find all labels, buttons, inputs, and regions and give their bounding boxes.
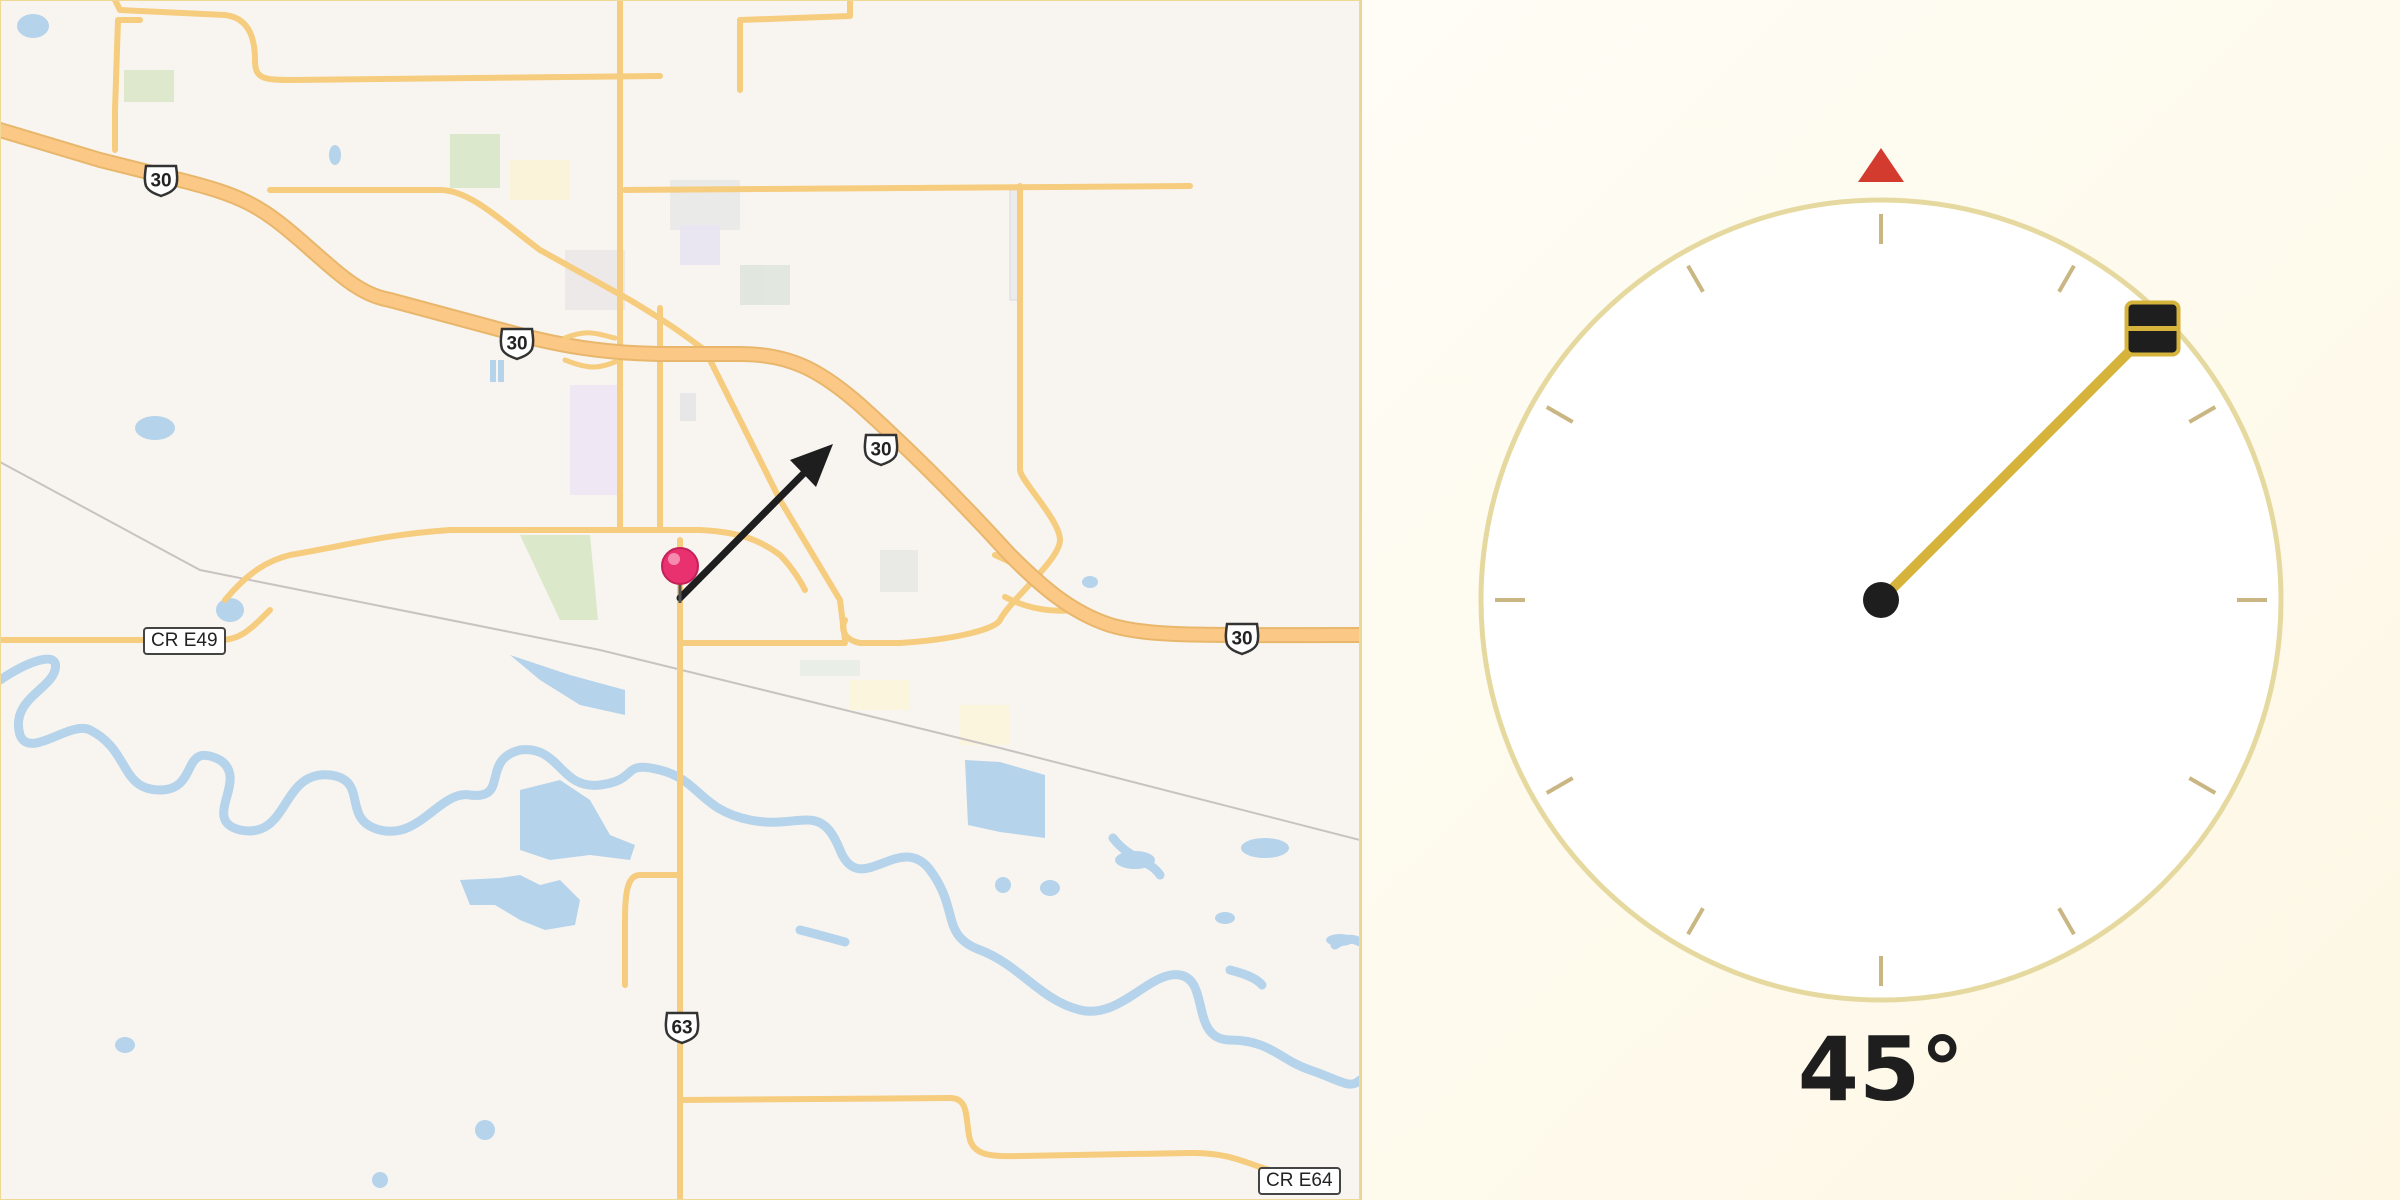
north-marker-icon [1858,148,1904,182]
route-shield-us30-b: 30 [499,327,535,361]
route-shield-us30-a: 30 [143,164,179,198]
direction-arrow [676,444,833,602]
route-shield-us63: 63 [664,1011,700,1045]
heading-readout: 45° [1797,1018,1965,1121]
heading-drag-handle-icon[interactable] [2124,300,2181,357]
compass-panel: 45° [1362,0,2400,1200]
route-shield-label: 30 [150,171,171,192]
route-shield-label: 30 [1231,629,1252,650]
needle-pivot [1863,582,1899,618]
route-shield-label: 63 [671,1018,692,1039]
county-road-label-cr-e64: CR E64 [1258,1167,1341,1195]
route-shield-us30-c: 30 [863,433,899,467]
route-shield-label: 30 [506,334,527,355]
map-canvas: 30 30 30 30 63 [0,0,1360,1200]
map-view[interactable]: 30 30 30 30 63 CR E49 CR E64 [0,0,1360,1200]
county-road-label-cr-e49: CR E49 [143,627,226,655]
route-shield-label: 30 [870,440,891,461]
route-shield-us30-d: 30 [1224,622,1260,656]
location-pin-icon[interactable] [661,547,699,603]
